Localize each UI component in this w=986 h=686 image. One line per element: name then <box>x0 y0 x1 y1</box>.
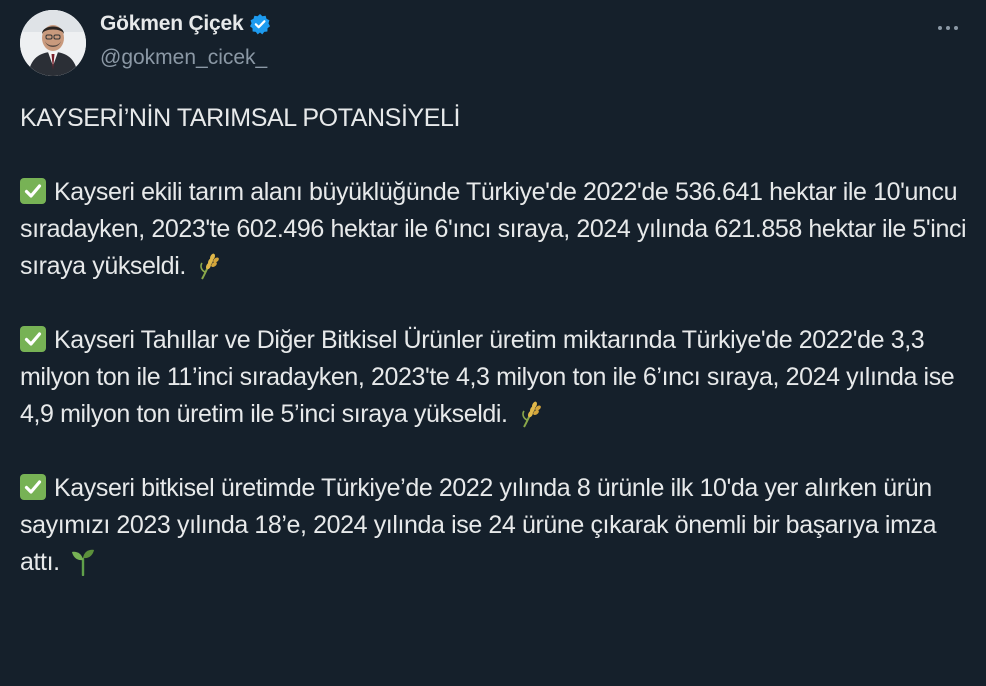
sheaf-of-rice-emoji <box>196 250 222 280</box>
check-mark-button-emoji <box>20 326 46 352</box>
paragraph-text: Kayseri bitkisel üretimde Türkiye’de 202… <box>20 474 937 576</box>
author-handle[interactable]: @gokmen_cicek_ <box>100 46 271 70</box>
check-mark-button-emoji <box>20 474 46 500</box>
display-name-row: Gökmen Çiçek <box>100 10 271 38</box>
author-names: Gökmen Çiçek @gokmen_cicek_ <box>100 10 271 70</box>
tweet-paragraph-3: Kayseri bitkisel üretimde Türkiye’de 202… <box>20 470 970 581</box>
sheaf-of-rice-emoji <box>518 398 544 428</box>
avatar[interactable] <box>20 10 86 76</box>
verified-badge-icon[interactable] <box>249 13 271 35</box>
paragraph-text: Kayseri Tahıllar ve Diğer Bitkisel Ürünl… <box>20 326 955 428</box>
tweet-paragraph-1: Kayseri ekili tarım alanı büyüklüğünde T… <box>20 174 970 285</box>
seedling-emoji <box>70 546 96 577</box>
tweet-title: KAYSERİ’NİN TARIMSAL POTANSİYELİ <box>20 104 461 132</box>
paragraph-text: Kayseri ekili tarım alanı büyüklüğünde T… <box>20 178 967 280</box>
check-mark-button-emoji <box>20 178 46 204</box>
more-options-icon[interactable] <box>930 14 966 42</box>
tweet-paragraph-2: Kayseri Tahıllar ve Diğer Bitkisel Ürünl… <box>20 322 970 433</box>
tweet-header: Gökmen Çiçek @gokmen_cicek_ <box>20 8 966 80</box>
tweet: Gökmen Çiçek @gokmen_cicek_ KAYSERİ’NİN … <box>0 0 986 686</box>
display-name[interactable]: Gökmen Çiçek <box>100 12 244 36</box>
tweet-text: KAYSERİ’NİN TARIMSAL POTANSİYELİ Kayseri… <box>20 100 970 581</box>
